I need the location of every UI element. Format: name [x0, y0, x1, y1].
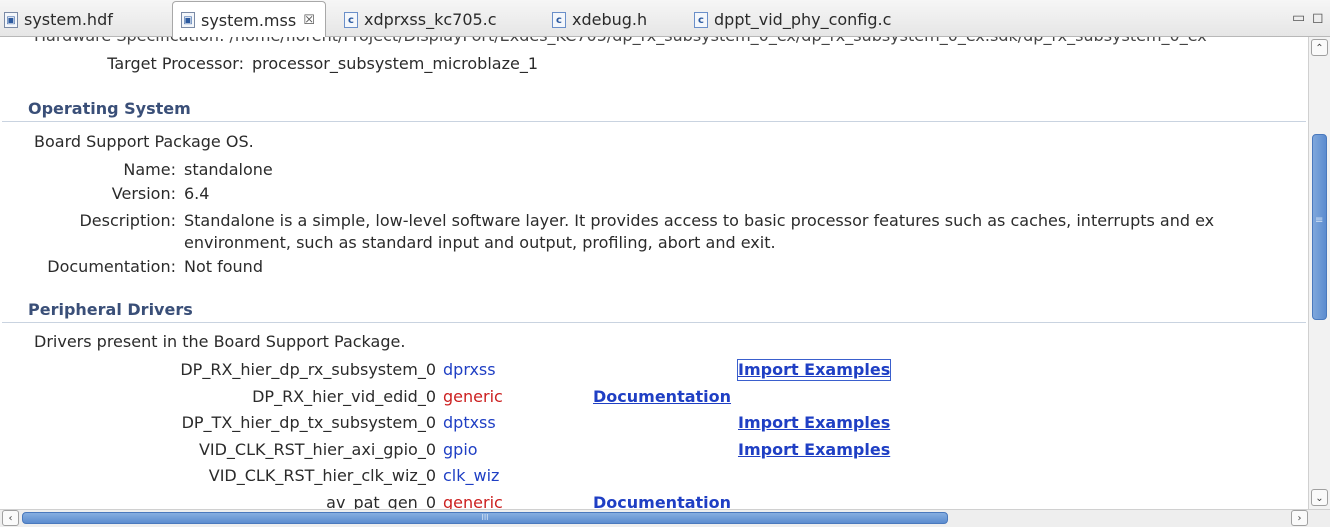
driver-instance-name: DP_RX_hier_dp_rx_subsystem_0 — [180, 360, 436, 379]
driver-instance-name: av_pat_gen_0 — [326, 493, 436, 509]
driver-name-link[interactable]: gpio — [443, 440, 478, 460]
os-documentation-label: Documentation: — [47, 257, 176, 276]
minimize-icon[interactable]: ▭ — [1292, 10, 1305, 26]
driver-instance-name: VID_CLK_RST_hier_axi_gpio_0 — [198, 440, 436, 459]
driver-name-link[interactable]: dptxss — [443, 413, 496, 433]
tab-xdprxss-kc705-c[interactable]: c xdprxss_kc705.c — [344, 3, 497, 36]
os-documentation-value: Not found — [184, 257, 263, 276]
tab-label: xdebug.h — [572, 10, 648, 29]
os-version-label: Version: — [111, 184, 176, 203]
import-examples-link[interactable]: Import Examples — [738, 413, 890, 433]
close-tab-icon[interactable]: ☒ — [303, 13, 315, 28]
os-description-line-1: Standalone is a simple, low-level softwa… — [184, 211, 1215, 230]
c-file-icon: c — [344, 11, 358, 28]
mss-file-icon: ▣ — [181, 12, 195, 28]
maximize-icon[interactable]: ◻ — [1312, 10, 1324, 26]
grip-icon: ≡ — [1315, 215, 1324, 226]
os-description-line-2: environment, such as standard input and … — [184, 233, 776, 252]
os-name-label: Name: — [123, 160, 176, 179]
scroll-down-icon[interactable]: ⌄ — [1311, 489, 1328, 506]
vertical-scrollbar[interactable]: ⌃ ≡ ⌄ — [1308, 37, 1330, 509]
hardware-specification-line: Hardware Specification: /home/florent/Pr… — [34, 37, 1207, 46]
tab-label: xdprxss_kc705.c — [364, 10, 497, 29]
grip-icon: III — [481, 513, 489, 522]
os-description-row: Description: Standalone is a simple, low… — [0, 211, 1308, 255]
os-version-value: 6.4 — [184, 184, 210, 203]
os-subtitle: Board Support Package OS. — [34, 132, 254, 151]
horizontal-scrollbar[interactable]: ‹ III › — [0, 509, 1330, 527]
hdf-file-icon: ▣ — [4, 11, 18, 28]
tab-dppt-vid-phy-config-c[interactable]: c dppt_vid_phy_config.c — [694, 3, 891, 36]
c-file-icon: c — [552, 11, 566, 28]
tab-system-hdf[interactable]: ▣ system.hdf — [4, 3, 113, 36]
tab-label: system.hdf — [24, 10, 113, 29]
documentation-link[interactable]: Documentation — [593, 387, 731, 407]
target-processor-value: processor_subsystem_microblaze_1 — [252, 54, 538, 73]
operating-system-heading: Operating System — [2, 96, 1306, 122]
tab-label: dppt_vid_phy_config.c — [714, 10, 892, 29]
os-name-value: standalone — [184, 160, 273, 179]
target-processor-label: Target Processor: — [107, 54, 244, 73]
editor-tab-bar: ▣ system.hdf ▣ system.mss ☒ c xdprxss_kc… — [0, 0, 1330, 38]
scroll-up-icon[interactable]: ⌃ — [1311, 39, 1328, 56]
driver-name-link[interactable]: dprxss — [443, 360, 496, 380]
drivers-subtitle: Drivers present in the Board Support Pac… — [34, 332, 406, 351]
vertical-scroll-thumb[interactable]: ≡ — [1312, 134, 1327, 320]
import-examples-link[interactable]: Import Examples — [736, 359, 892, 381]
tab-system-mss[interactable]: ▣ system.mss ☒ — [172, 1, 326, 38]
c-file-icon: c — [694, 11, 708, 28]
documentation-link[interactable]: Documentation — [593, 493, 731, 509]
tab-xdebug-h[interactable]: c xdebug.h — [552, 3, 647, 36]
peripheral-drivers-heading: Peripheral Drivers — [2, 297, 1306, 323]
os-description-label: Description: — [79, 211, 176, 230]
bsp-overview-page: Hardware Specification: /home/florent/Pr… — [0, 37, 1308, 509]
tab-label: system.mss — [201, 10, 297, 30]
scroll-left-icon[interactable]: ‹ — [2, 510, 19, 526]
driver-name-link[interactable]: generic — [443, 387, 503, 407]
horizontal-scroll-thumb[interactable]: III — [22, 512, 948, 524]
scroll-right-icon[interactable]: › — [1291, 510, 1308, 526]
driver-instance-name: VID_CLK_RST_hier_clk_wiz_0 — [208, 466, 436, 485]
driver-name-link[interactable]: generic — [443, 493, 503, 509]
driver-instance-name: DP_TX_hier_dp_tx_subsystem_0 — [181, 413, 436, 432]
driver-instance-name: DP_RX_hier_vid_edid_0 — [252, 387, 436, 406]
import-examples-link[interactable]: Import Examples — [738, 440, 890, 460]
driver-name-link[interactable]: clk_wiz — [443, 466, 499, 486]
